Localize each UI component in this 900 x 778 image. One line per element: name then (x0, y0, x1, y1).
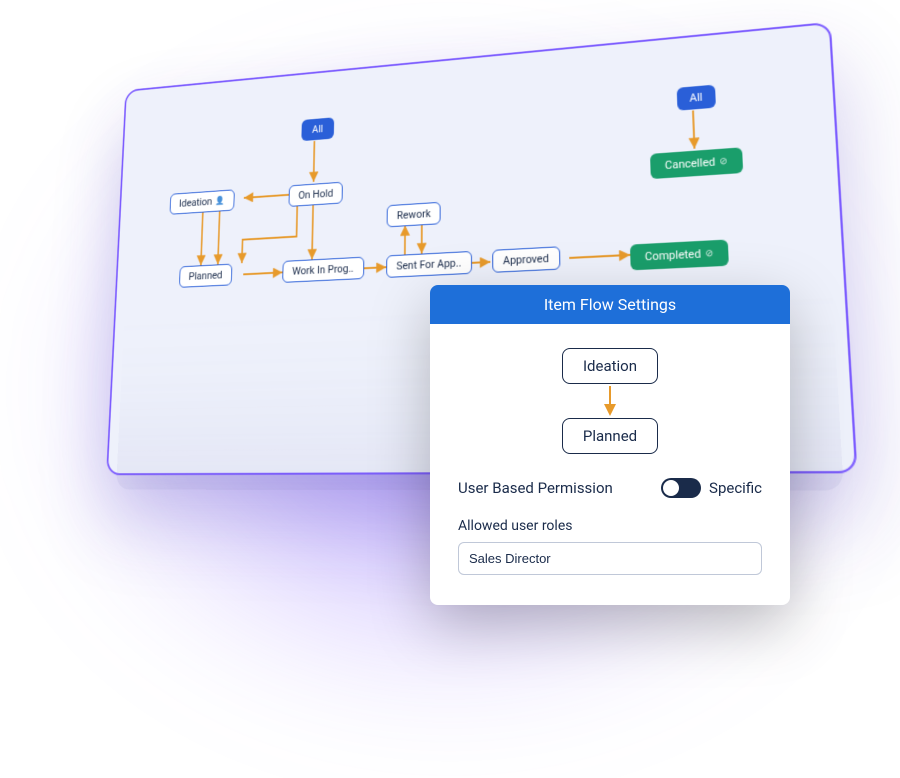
permission-toggle[interactable] (661, 478, 701, 498)
node-label: Ideation (179, 195, 213, 209)
node-rework[interactable]: Rework (387, 202, 441, 228)
permission-row: User Based Permission Specific (458, 478, 762, 498)
node-cancelled[interactable]: Cancelled ⊘ (650, 147, 743, 179)
modal-title: Item Flow Settings (430, 285, 790, 324)
node-onhold[interactable]: On Hold (288, 182, 343, 207)
permission-toggle-wrap: Specific (661, 478, 762, 498)
permission-label: User Based Permission (458, 479, 613, 497)
node-all-1[interactable]: All (301, 117, 333, 141)
item-flow-settings-modal: Item Flow Settings Ideation Planned User… (430, 285, 790, 605)
node-label: On Hold (298, 187, 333, 202)
toggle-label: Specific (709, 479, 762, 497)
flow-preview: Ideation Planned (458, 348, 762, 454)
flow-from-node: Ideation (562, 348, 658, 384)
roles-label: Allowed user roles (458, 518, 762, 534)
cancel-icon: ⊘ (719, 156, 727, 167)
flow-to-node: Planned (562, 418, 658, 454)
toggle-knob (663, 480, 679, 496)
node-label: All (689, 91, 702, 105)
node-ideation[interactable]: Ideation 👤 (170, 189, 235, 214)
modal-body: Ideation Planned User Based Permission S… (430, 324, 790, 605)
node-label: Cancelled (665, 155, 716, 172)
roles-input[interactable] (458, 542, 762, 575)
node-all-2[interactable]: All (677, 85, 716, 111)
node-label: Rework (397, 207, 431, 222)
node-label: All (312, 123, 323, 136)
flow-arrow (604, 384, 616, 418)
person-icon: 👤 (215, 196, 225, 206)
